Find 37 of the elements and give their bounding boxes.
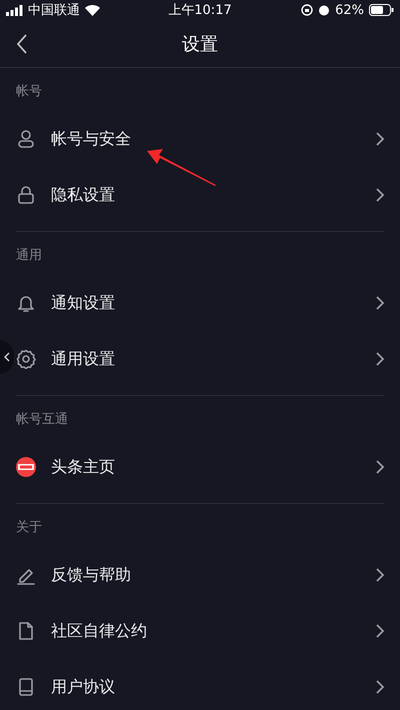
logo-icon <box>16 457 36 477</box>
section-header: 帐号互通 <box>16 412 68 427</box>
section-header: 帐号 <box>16 84 42 99</box>
status-time: 上午10:17 <box>168 2 232 19</box>
lock-icon <box>16 185 36 205</box>
settings-item[interactable]: 通知设置 <box>16 275 384 331</box>
chevron-icon <box>376 568 384 582</box>
back-icon[interactable] <box>16 34 28 54</box>
settings-item[interactable]: 用户协议 <box>16 659 384 710</box>
person-icon <box>16 129 36 149</box>
chevron-icon <box>376 352 384 366</box>
chevron-icon <box>376 680 384 694</box>
settings-item[interactable]: 隐私设置 <box>16 167 384 223</box>
chevron-icon <box>376 188 384 202</box>
settings-item[interactable]: 头条主页 <box>16 439 384 495</box>
section-header: 通用 <box>16 248 42 263</box>
battery-icon <box>369 4 394 16</box>
settings-item[interactable]: 通用设置 <box>16 331 384 387</box>
carrier-name: 中国联通 <box>28 2 80 19</box>
chevron-left-icon <box>4 352 10 362</box>
chevron-icon <box>376 624 384 638</box>
settings-icon <box>16 349 36 369</box>
chevron-icon <box>376 132 384 146</box>
page-title: 设置 <box>182 32 218 56</box>
settings-item[interactable]: 反馈与帮助 <box>16 547 384 603</box>
battery-percent: 62% <box>335 2 364 18</box>
settings-item[interactable]: 社区自律公约 <box>16 603 384 659</box>
rotation-lock-icon <box>301 4 314 16</box>
bell-icon <box>16 293 36 313</box>
book-icon <box>16 677 36 697</box>
wifi-icon <box>85 4 100 16</box>
document-icon <box>16 621 36 641</box>
chevron-icon <box>376 296 384 310</box>
signal-icon <box>6 4 23 16</box>
settings-item[interactable]: 帐号与安全 <box>16 111 384 167</box>
chevron-icon <box>376 460 384 474</box>
section-header: 关于 <box>16 520 42 535</box>
